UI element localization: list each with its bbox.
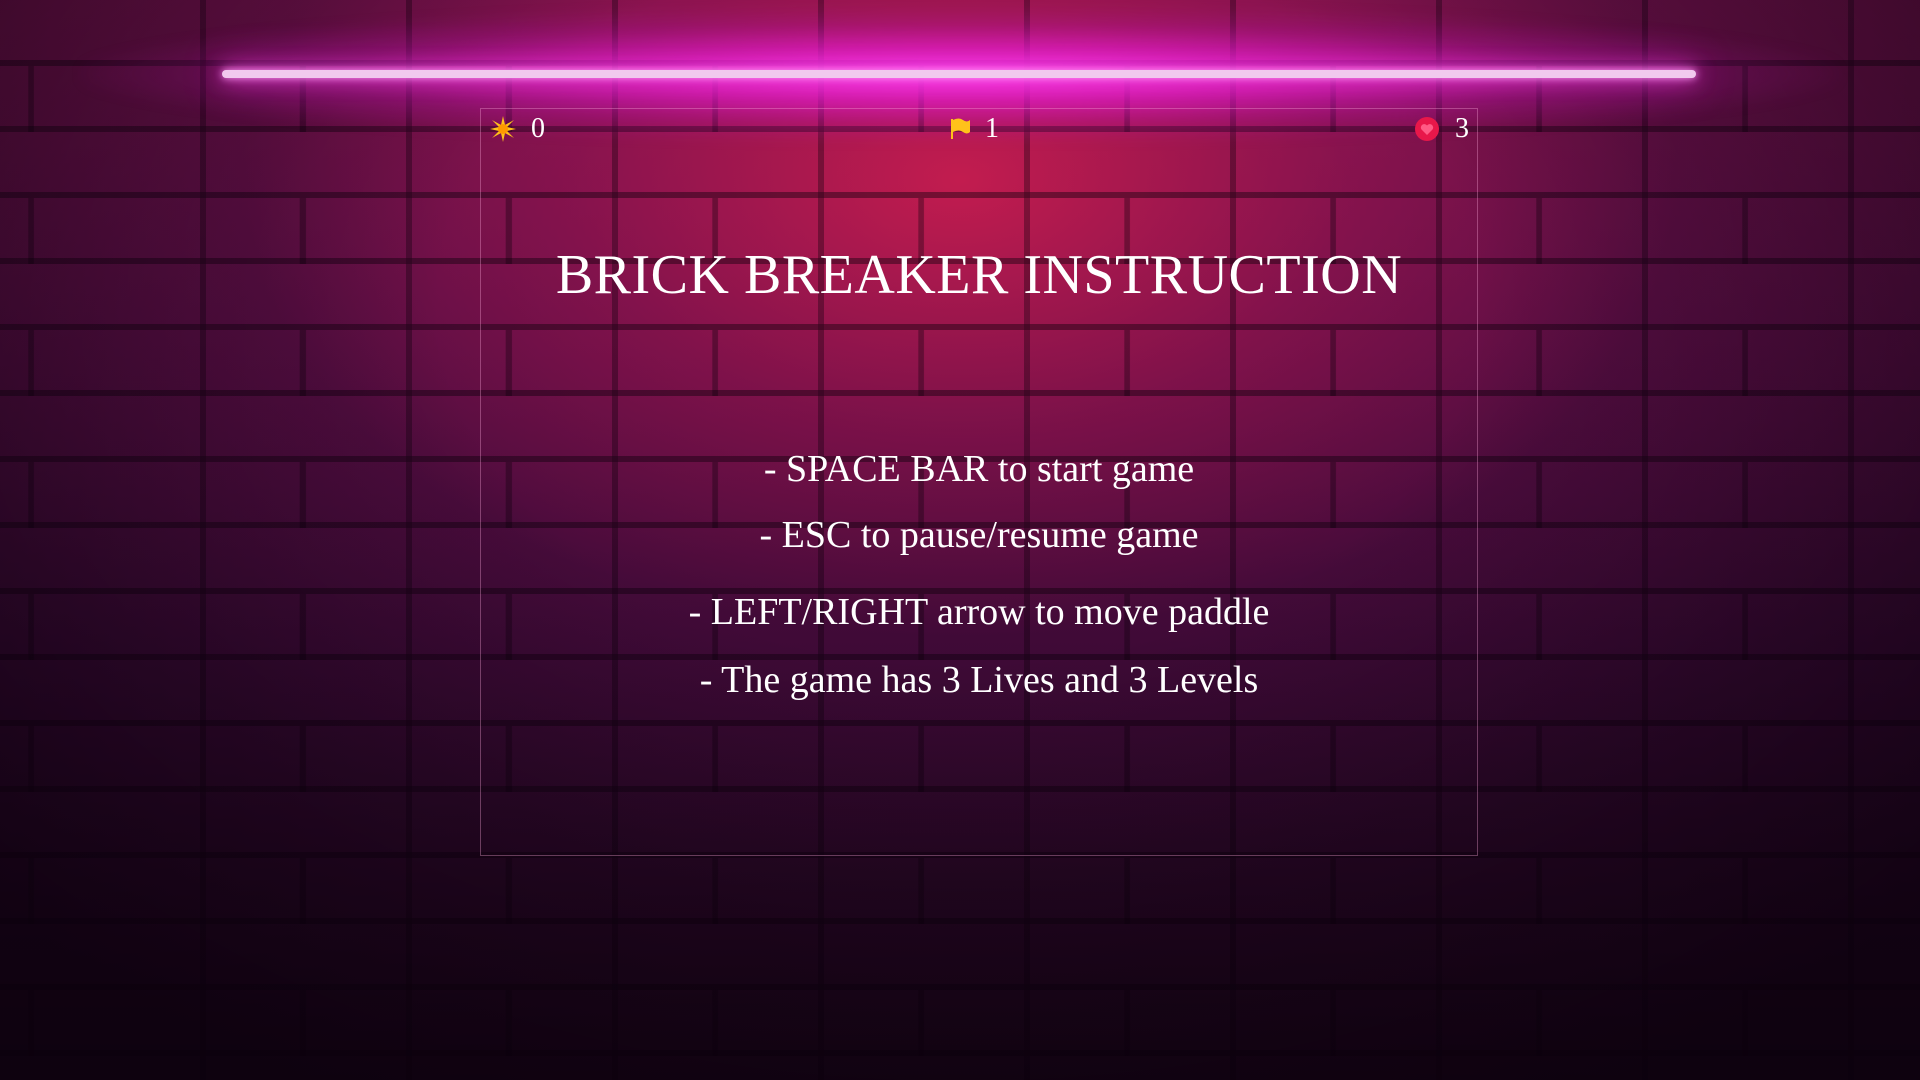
lives-value: 3 (1455, 113, 1469, 144)
lives-display: 3 (1413, 113, 1469, 145)
instruction-title: BRICK BREAKER INSTRUCTION (555, 244, 1403, 306)
neon-light-tube (222, 70, 1696, 78)
game-background: 0 1 3 BRICK BREAKER INSTRUCTION - SPACE … (0, 0, 1920, 1080)
instruction-line: - ESC to pause/resume game (759, 514, 1199, 556)
heart-icon (1413, 115, 1441, 143)
instruction-line: - The game has 3 Lives and 3 Levels (699, 659, 1259, 701)
level-value: 1 (985, 113, 999, 144)
score-display: 0 (489, 113, 545, 145)
hud-bar: 0 1 3 (481, 109, 1477, 149)
flag-icon (949, 115, 971, 143)
star-burst-icon (489, 115, 517, 143)
score-value: 0 (531, 113, 545, 144)
instruction-line: - SPACE BAR to start game (763, 448, 1195, 490)
level-display: 1 (949, 113, 999, 145)
game-area: 0 1 3 BRICK BREAKER INSTRUCTION - SPACE … (480, 108, 1478, 856)
instruction-line: - LEFT/RIGHT arrow to move paddle (688, 591, 1270, 633)
